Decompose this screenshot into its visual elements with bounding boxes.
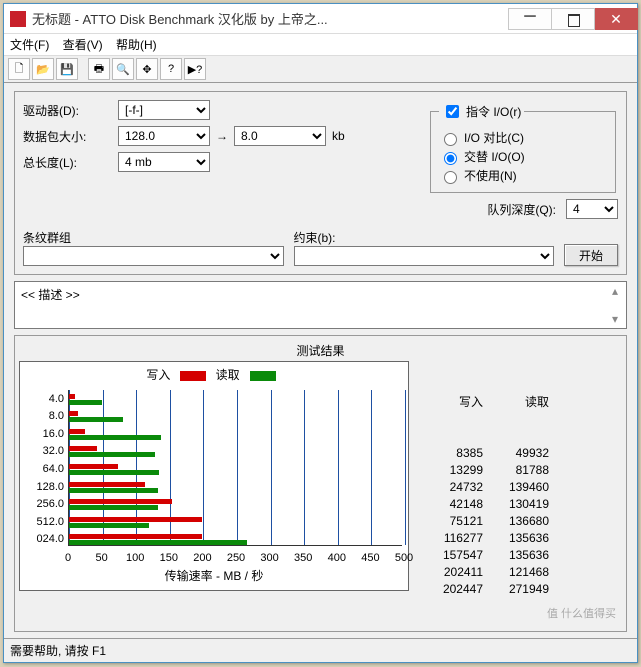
drive-select[interactable]: [-f-] xyxy=(118,100,210,120)
menu-help[interactable]: 帮助(H) xyxy=(116,38,157,52)
scroll-down-icon[interactable]: ▾ xyxy=(612,312,624,326)
constraint-label: 约束(b): xyxy=(294,229,555,246)
read-col-header: 读取 xyxy=(483,393,549,410)
start-button[interactable]: 开始 xyxy=(564,244,618,266)
open-icon[interactable]: 📂 xyxy=(32,58,54,80)
packet-unit: kb xyxy=(332,129,345,143)
close-button[interactable]: ✕ xyxy=(594,8,638,30)
data-row: 75121136680 xyxy=(417,514,549,531)
move-icon[interactable]: ✥ xyxy=(136,58,158,80)
io-alternate-radio[interactable] xyxy=(444,152,457,165)
app-icon xyxy=(10,11,26,27)
queue-depth-select[interactable]: 4 xyxy=(566,199,618,219)
save-icon[interactable]: 💾 xyxy=(56,58,78,80)
data-row: 42148130419 xyxy=(417,497,549,514)
data-row: 116277135636 xyxy=(417,531,549,548)
x-axis-label: 传输速率 - MB / 秒 xyxy=(20,567,408,584)
write-col-header: 写入 xyxy=(417,393,483,410)
context-help-icon[interactable]: ▶? xyxy=(184,58,206,80)
new-icon[interactable]: 🗋 xyxy=(8,58,30,80)
stripe-label: 条纹群组 xyxy=(23,229,284,246)
packet-to-select[interactable]: 8.0 xyxy=(234,126,326,146)
print-icon[interactable]: 🖶 xyxy=(88,58,110,80)
data-row: 1329981788 xyxy=(417,463,549,480)
menu-view[interactable]: 查看(V) xyxy=(63,38,103,52)
results-chart: 写入 读取 4.08.016.032.064.0128.0256.0512.00… xyxy=(19,361,409,591)
data-row: 202447271949 xyxy=(417,582,549,599)
help-icon[interactable]: ? xyxy=(160,58,182,80)
constraint-select[interactable] xyxy=(294,246,555,266)
data-row: 157547135636 xyxy=(417,548,549,565)
scroll-up-icon[interactable]: ▴ xyxy=(612,284,624,298)
window-title: 无标题 - ATTO Disk Benchmark 汉化版 by 上帝之... xyxy=(32,9,508,28)
write-swatch xyxy=(180,371,206,381)
preview-icon[interactable]: 🔍 xyxy=(112,58,134,80)
drive-label: 驱动器(D): xyxy=(23,102,118,119)
stripe-select[interactable] xyxy=(23,246,284,266)
queue-depth-label: 队列深度(Q): xyxy=(487,201,556,218)
data-row: 202411121468 xyxy=(417,565,549,582)
maximize-button[interactable] xyxy=(551,8,595,30)
results-title: 测试结果 xyxy=(19,340,622,361)
arrow-icon: → xyxy=(216,129,228,143)
packet-from-select[interactable]: 128.0 xyxy=(118,126,210,146)
io-none-radio[interactable] xyxy=(444,171,457,184)
data-row: 24732139460 xyxy=(417,480,549,497)
io-checkbox[interactable] xyxy=(446,105,459,118)
data-row: 838549932 xyxy=(417,446,549,463)
description-box[interactable]: << 描述 >> ▴▾ xyxy=(14,281,627,329)
length-select[interactable]: 4 mb xyxy=(118,152,210,172)
length-label: 总长度(L): xyxy=(23,154,118,171)
menu-file[interactable]: 文件(F) xyxy=(10,38,49,52)
minimize-button[interactable]: － xyxy=(508,8,552,30)
status-bar: 需要帮助, 请按 F1 xyxy=(4,638,637,662)
packet-size-label: 数据包大小: xyxy=(23,128,118,145)
io-compare-radio[interactable] xyxy=(444,133,457,146)
read-swatch xyxy=(250,371,276,381)
